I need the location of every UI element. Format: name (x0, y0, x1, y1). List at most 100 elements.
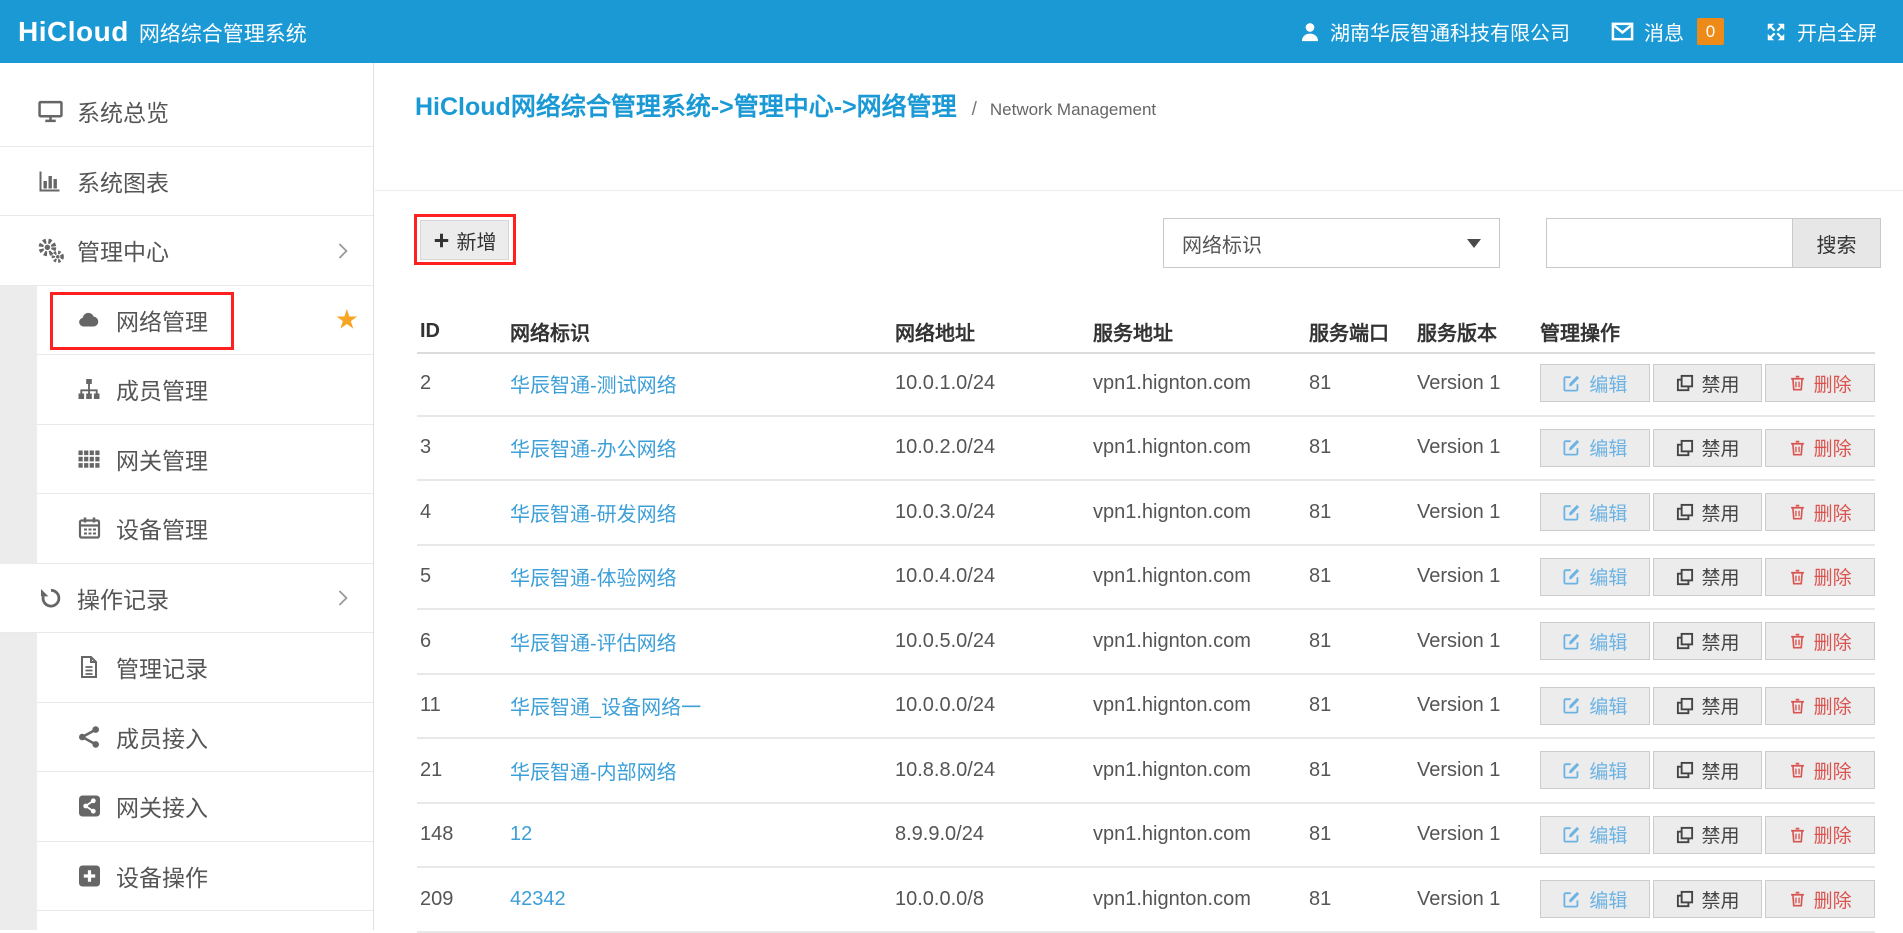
sidebar-item-device-management[interactable]: 设备管理 (0, 494, 373, 564)
clone-icon (1676, 374, 1694, 392)
sidebar-item-admin-center[interactable]: 管理中心 (0, 216, 373, 286)
edit-icon (1562, 890, 1581, 909)
delete-button[interactable]: 删除 (1765, 493, 1875, 531)
fullscreen-toggle[interactable]: 开启全屏 (1764, 17, 1877, 46)
trash-icon (1789, 761, 1806, 779)
edit-icon (1562, 696, 1581, 715)
cell-actions: 编辑禁用删除 (1540, 429, 1875, 467)
main-content: HiCloud网络综合管理系统->管理中心->网络管理 / Network Ma… (375, 63, 1903, 930)
sidebar-item-gateway-management[interactable]: 网关管理 (0, 425, 373, 495)
account-menu[interactable]: 湖南华辰智通科技有限公司 (1299, 17, 1570, 46)
delete-button[interactable]: 删除 (1765, 687, 1875, 725)
delete-button[interactable]: 删除 (1765, 429, 1875, 467)
sidebar-item-gateway-access[interactable]: 网关接入 (0, 772, 373, 842)
sidebar-item-label: 网络管理 (116, 303, 208, 337)
plus-square-icon (73, 862, 105, 890)
edit-button[interactable]: 编辑 (1540, 816, 1650, 854)
edit-button[interactable]: 编辑 (1540, 751, 1650, 789)
sidebar-item-device-operations[interactable]: 设备操作 (0, 842, 373, 912)
disable-button[interactable]: 禁用 (1653, 493, 1763, 531)
cell-service-version: Version 1 (1417, 501, 1540, 524)
file-icon (73, 653, 105, 681)
cell-network-id: 华辰智通-评估网络 (510, 627, 895, 656)
cell-actions: 编辑 禁用删除 (1540, 622, 1875, 660)
delete-button[interactable]: 删除 (1765, 558, 1875, 596)
sidebar-item-member-access[interactable]: 成员接入 (0, 703, 373, 773)
brand-logo: HiCloud (18, 16, 129, 48)
sidebar-item-label: 成员接入 (116, 720, 208, 754)
cell-service-port: 81 (1309, 759, 1417, 782)
cell-id: 6 (417, 630, 510, 653)
delete-button[interactable]: 删除 (1765, 880, 1875, 918)
sidebar-item-network-management[interactable]: 网络管理★ (0, 286, 373, 356)
action-button-group: 编辑禁用删除 (1540, 558, 1875, 596)
add-button[interactable]: 新增 (420, 220, 509, 260)
edit-button[interactable]: 编辑 (1540, 493, 1650, 531)
cell-service-version: Version 1 (1417, 888, 1540, 911)
edit-button[interactable]: 编辑 (1540, 687, 1650, 725)
disable-button[interactable]: 禁用 (1653, 880, 1763, 918)
action-label: 编辑 (1589, 757, 1627, 784)
edit-icon (1562, 438, 1581, 457)
action-label: 编辑 (1589, 434, 1627, 461)
breadcrumb: HiCloud网络综合管理系统->管理中心->网络管理 / Network Ma… (415, 87, 1156, 123)
edit-button[interactable]: 编辑 (1540, 622, 1650, 660)
disable-button[interactable]: 禁用 (1653, 751, 1763, 789)
messages-menu[interactable]: 消息 0 (1610, 17, 1724, 46)
clone-icon (1676, 439, 1694, 457)
delete-button[interactable]: 删除 (1765, 816, 1875, 854)
network-link[interactable]: 华辰智通-评估网络 (510, 633, 677, 655)
disable-button[interactable]: 禁用 (1653, 622, 1763, 660)
disable-button[interactable]: 禁用 (1653, 816, 1763, 854)
cell-service-addr: vpn1.hignton.com (1093, 630, 1309, 653)
cell-network-addr: 10.0.2.0/24 (895, 436, 1093, 459)
action-label: 删除 (1814, 499, 1852, 526)
col-header-id: ID (417, 320, 510, 343)
network-link[interactable]: 华辰智通_设备网络一 (510, 697, 701, 719)
edit-button[interactable]: 编辑 (1540, 364, 1650, 402)
disable-button[interactable]: 禁用 (1653, 687, 1763, 725)
messages-label: 消息 (1644, 17, 1684, 46)
sidebar-item-system-overview[interactable]: 系统总览 (0, 77, 373, 147)
clone-icon (1676, 632, 1694, 650)
cell-network-id: 华辰智通-内部网络 (510, 756, 895, 785)
disable-button[interactable]: 禁用 (1653, 429, 1763, 467)
delete-button[interactable]: 删除 (1765, 622, 1875, 660)
cell-service-version: Version 1 (1417, 759, 1540, 782)
network-link[interactable]: 华辰智通-办公网络 (510, 439, 677, 461)
disable-button[interactable]: 禁用 (1653, 364, 1763, 402)
sidebar-item-member-management[interactable]: 成员管理 (0, 355, 373, 425)
delete-button[interactable]: 删除 (1765, 751, 1875, 789)
fullscreen-icon (1764, 21, 1788, 43)
cell-id: 21 (417, 759, 510, 782)
cell-network-addr: 10.0.0.0/8 (895, 888, 1093, 911)
delete-button[interactable]: 删除 (1765, 364, 1875, 402)
network-link[interactable]: 华辰智通-体验网络 (510, 568, 677, 590)
network-link[interactable]: 12 (510, 823, 532, 845)
cell-network-id: 华辰智通-体验网络 (510, 562, 895, 591)
network-link[interactable]: 42342 (510, 888, 566, 910)
search-button[interactable]: 搜索 (1792, 218, 1881, 268)
sidebar-item-system-charts[interactable]: 系统图表 (0, 147, 373, 217)
action-label: 禁用 (1702, 628, 1740, 655)
disable-button[interactable]: 禁用 (1653, 558, 1763, 596)
cell-network-id: 华辰智通-研发网络 (510, 498, 895, 527)
edit-icon (1562, 567, 1581, 586)
network-link[interactable]: 华辰智通-内部网络 (510, 762, 677, 784)
table-row: 5华辰智通-体验网络10.0.4.0/24vpn1.hignton.com81V… (417, 546, 1875, 611)
sidebar-item-admin-logs[interactable]: 管理记录 (0, 633, 373, 703)
caret-down-icon (1467, 239, 1481, 248)
sidebar-item-operation-logs[interactable]: 操作记录 (0, 564, 373, 634)
network-link[interactable]: 华辰智通-研发网络 (510, 504, 677, 526)
edit-button[interactable]: 编辑 (1540, 880, 1650, 918)
trash-icon (1789, 826, 1806, 844)
filter-dropdown[interactable]: 网络标识 (1163, 218, 1500, 268)
cell-network-addr: 10.8.8.0/24 (895, 759, 1093, 782)
network-link[interactable]: 华辰智通-测试网络 (510, 375, 677, 397)
fullscreen-label: 开启全屏 (1797, 17, 1877, 46)
search-input[interactable] (1546, 218, 1793, 268)
cell-network-id: 12 (510, 823, 895, 846)
edit-button[interactable]: 编辑 (1540, 558, 1650, 596)
edit-button[interactable]: 编辑 (1540, 429, 1650, 467)
breadcrumb-separator: / (972, 99, 977, 120)
